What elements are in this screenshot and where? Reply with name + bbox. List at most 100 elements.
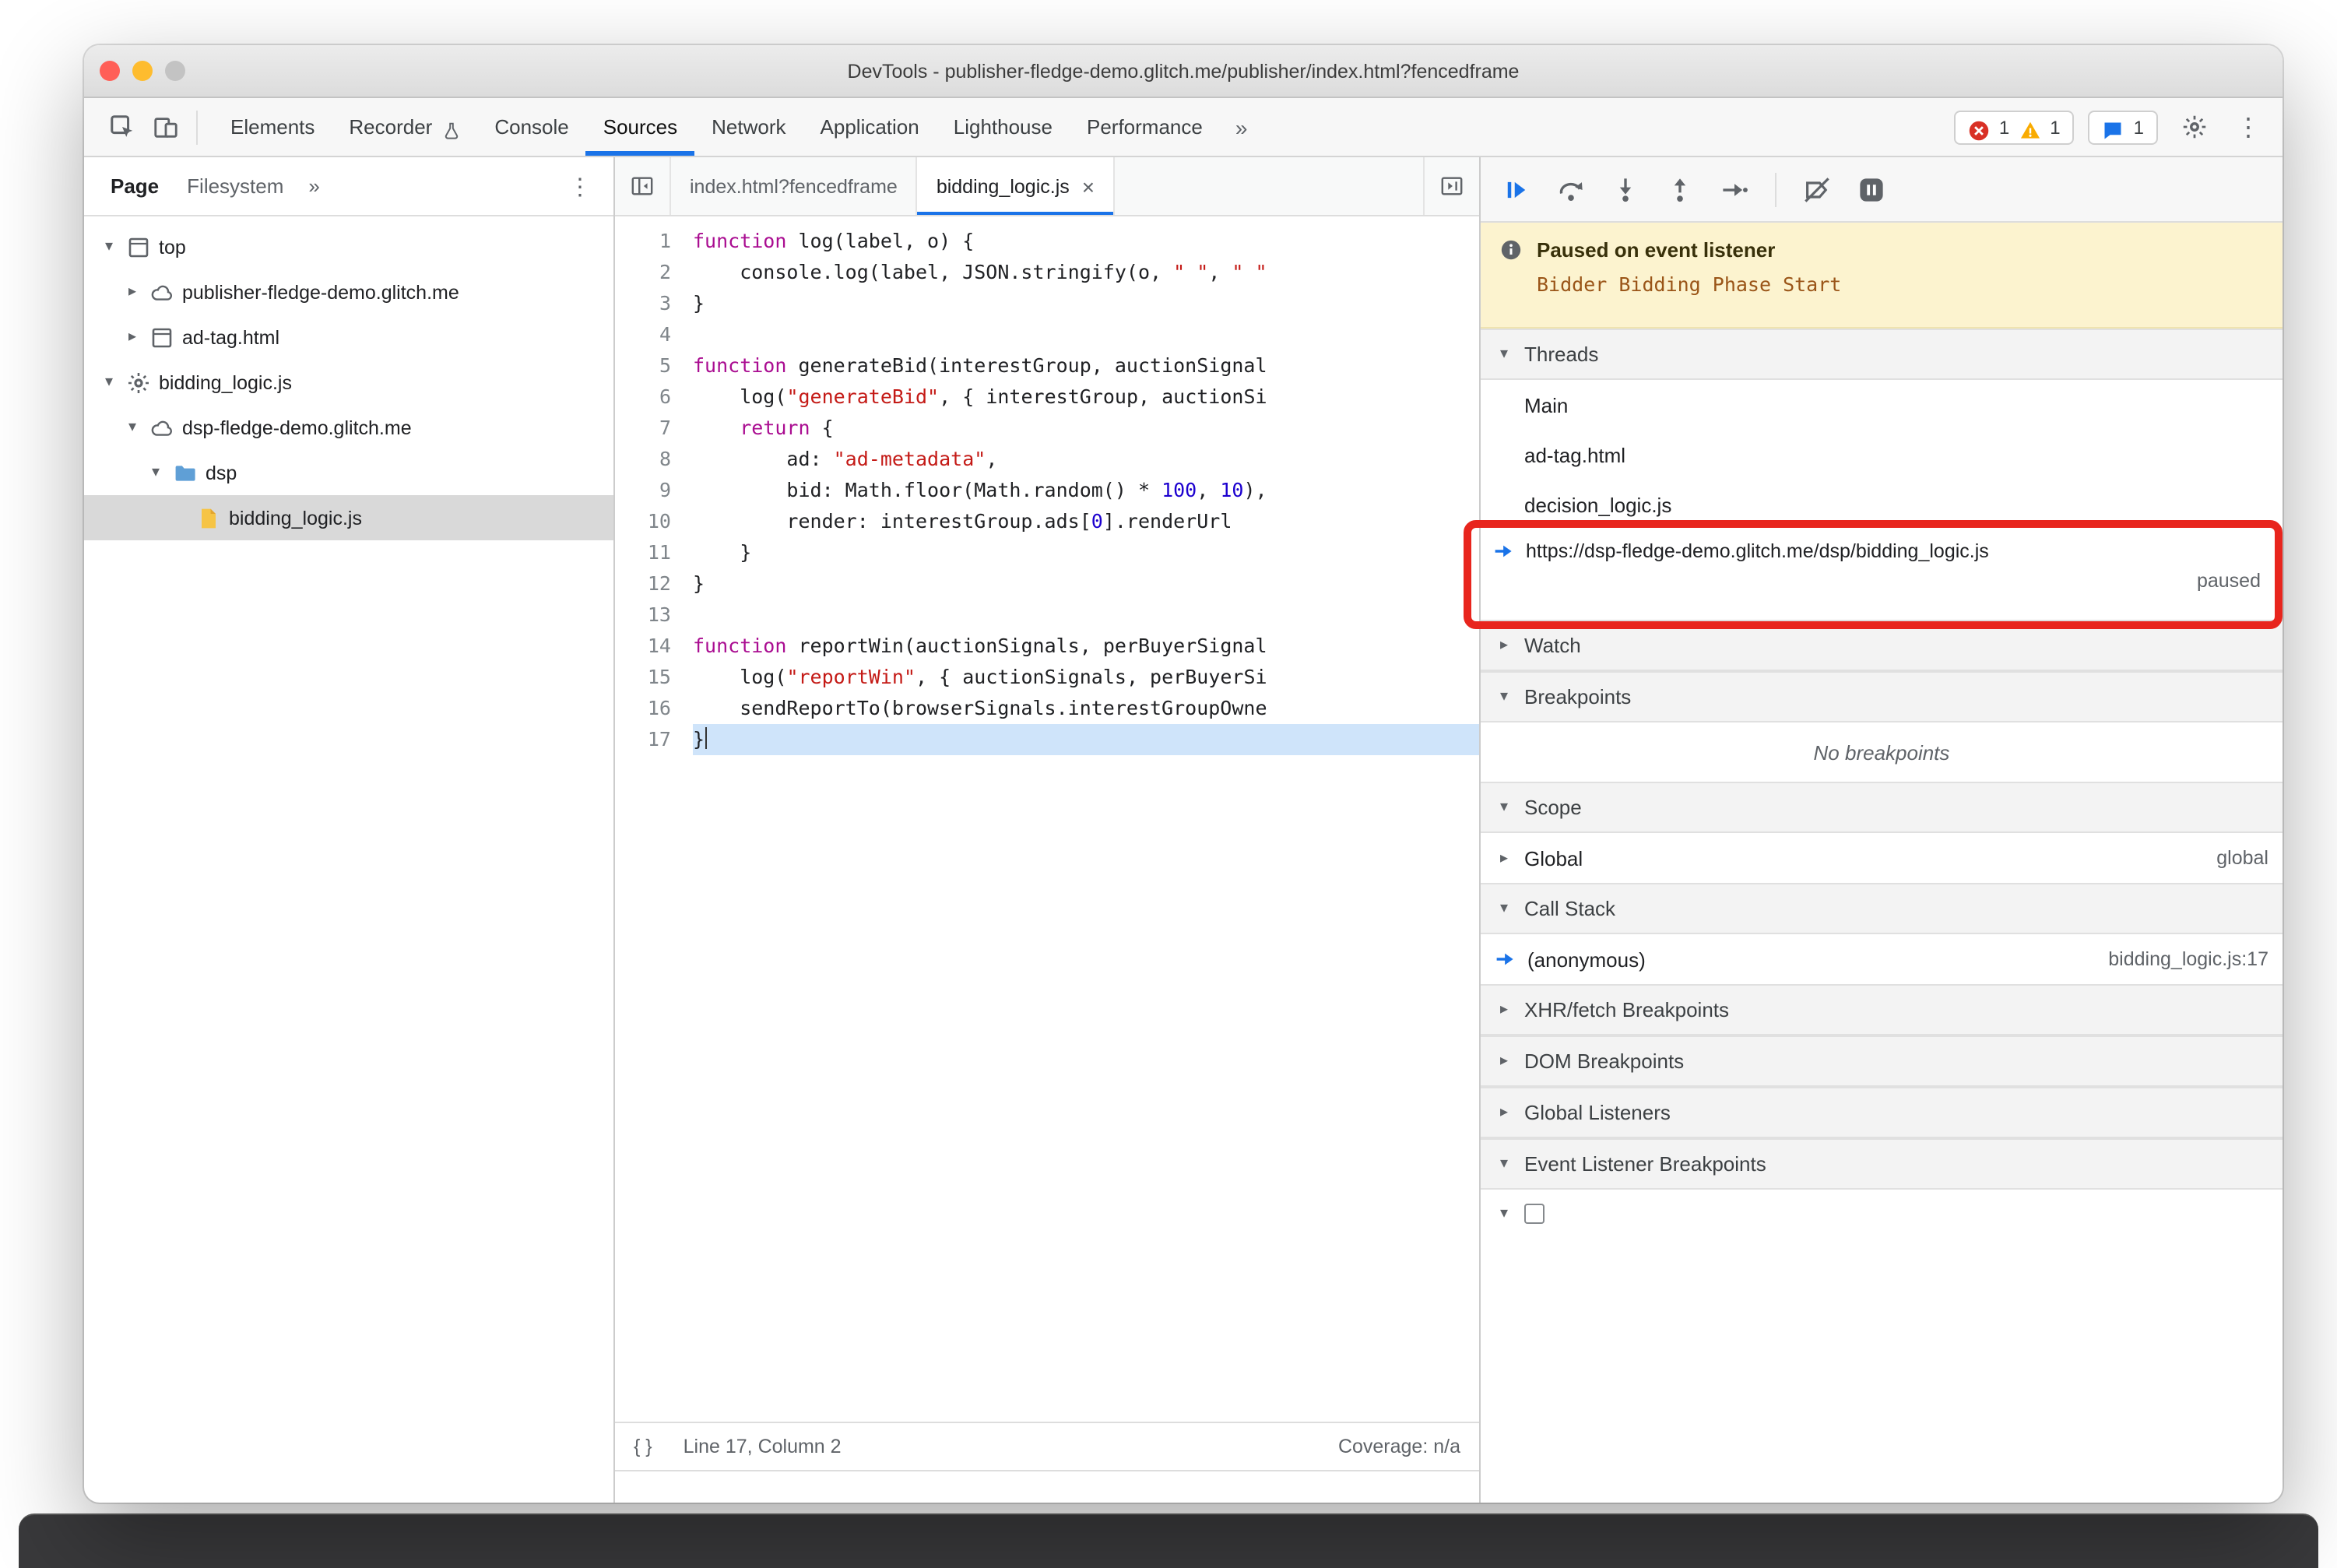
more-panels-chevron[interactable]: » [1220, 114, 1263, 139]
debugger-toolbar [1481, 157, 2283, 223]
tab-performance[interactable]: Performance [1070, 98, 1220, 156]
section-event-listener-breakpoints-header[interactable]: ▾ Event Listener Breakpoints [1481, 1138, 2283, 1190]
line-number[interactable]: 10 [615, 506, 693, 537]
section-breakpoints-header[interactable]: ▾ Breakpoints [1481, 671, 2283, 722]
tree-item-dsp-fledge-demo-glitch-me[interactable]: ▾ dsp-fledge-demo.glitch.me [84, 405, 613, 450]
desktop: DevTools - publisher-fledge-demo.glitch.… [0, 0, 2337, 1568]
thread-item-main[interactable]: Main [1481, 380, 2283, 430]
section-watch-header[interactable]: ▸ Watch [1481, 620, 2283, 671]
code-line-12: 12} [615, 568, 1479, 599]
more-editor-tabs-icon[interactable] [1423, 157, 1479, 215]
tab-lighthouse[interactable]: Lighthouse [937, 98, 1070, 156]
section-scope-header[interactable]: ▾ Scope [1481, 782, 2283, 833]
tab-console[interactable]: Console [477, 98, 585, 156]
section-dom-breakpoints-header[interactable]: ▸ DOM Breakpoints [1481, 1035, 2283, 1087]
line-number[interactable]: 6 [615, 381, 693, 413]
more-navigator-tabs-chevron[interactable]: » [297, 174, 330, 198]
chevron-down-icon[interactable]: ▾ [146, 464, 165, 481]
resume-button[interactable] [1502, 175, 1530, 203]
tab-page[interactable]: Page [97, 157, 173, 215]
tree-item-ad-tag-html[interactable]: ▸ ad-tag.html [84, 315, 613, 360]
line-number[interactable]: 3 [615, 288, 693, 319]
section-threads-header[interactable]: ▾ Threads [1481, 329, 2283, 380]
navigator-menu-icon[interactable]: ⋮ [559, 172, 601, 200]
code-text: function log(label, o) { [693, 229, 975, 252]
editor-tab-index-html[interactable]: index.html?fencedframe [671, 157, 918, 215]
chevron-down-icon[interactable]: ▾ [123, 419, 142, 436]
line-number[interactable]: 15 [615, 662, 693, 693]
line-number[interactable]: 14 [615, 631, 693, 662]
tab-elements[interactable]: Elements [213, 98, 332, 156]
chevron-right-icon: ▸ [1499, 1053, 1509, 1070]
issues-pill[interactable]: 1 [2088, 110, 2158, 144]
step-over-button[interactable] [1557, 175, 1585, 203]
scope-global-row[interactable]: ▸ Global global [1481, 833, 2283, 883]
line-number[interactable]: 13 [615, 599, 693, 631]
chevron-right-icon[interactable]: ▸ [123, 283, 142, 301]
line-number[interactable]: 16 [615, 693, 693, 724]
line-number[interactable]: 9 [615, 475, 693, 506]
line-number[interactable]: 12 [615, 568, 693, 599]
info-icon [1499, 238, 1523, 262]
chevron-right-icon[interactable]: ▸ [123, 329, 142, 346]
toggle-navigator-icon[interactable] [615, 157, 671, 215]
tree-item-publisher-fledge-demo-glitch-me[interactable]: ▸ publisher-fledge-demo.glitch.me [84, 269, 613, 315]
step-out-button[interactable] [1666, 175, 1694, 203]
editor-tab-bidding-logic[interactable]: bidding_logic.js × [917, 157, 1116, 215]
chevron-down-icon[interactable]: ▾ [1495, 1205, 1513, 1222]
code-text: } [693, 571, 705, 595]
tree-item-bidding-logic-js[interactable]: bidding_logic.js [84, 495, 613, 540]
tree-item-bidding-logic-js[interactable]: ▾ bidding_logic.js [84, 360, 613, 405]
settings-gear-icon[interactable] [2172, 105, 2216, 149]
line-number[interactable]: 2 [615, 257, 693, 288]
section-xhr-breakpoints-header[interactable]: ▸ XHR/fetch Breakpoints [1481, 984, 2283, 1035]
tab-network[interactable]: Network [694, 98, 803, 156]
section-title: Breakpoints [1524, 685, 1632, 708]
pretty-print-icon[interactable]: { } [634, 1436, 652, 1457]
step-into-button[interactable] [1611, 175, 1639, 203]
device-toolbar-icon[interactable] [143, 105, 187, 149]
line-number[interactable]: 7 [615, 413, 693, 444]
chevron-down-icon[interactable]: ▾ [100, 374, 118, 391]
section-call-stack-header[interactable]: ▾ Call Stack [1481, 883, 2283, 934]
line-number[interactable]: 5 [615, 350, 693, 381]
deactivate-breakpoints-button[interactable] [1803, 175, 1831, 203]
thread-item-decision-logic-js[interactable]: decision_logic.js [1481, 480, 2283, 529]
line-number[interactable]: 17 [615, 724, 693, 755]
toolbar-separator [196, 110, 198, 144]
close-tab-icon[interactable]: × [1082, 174, 1095, 199]
elb-group-ad-auction-worklet[interactable]: ▾ [1481, 1190, 2283, 1238]
thread-item-https-dsp-fledge-demo-glitch-me-dsp-bidding-logic-js[interactable]: https://dsp-fledge-demo.glitch.me/dsp/bi… [1481, 529, 2283, 620]
step-button[interactable] [1720, 175, 1748, 203]
pause-on-exceptions-button[interactable] [1857, 175, 1885, 203]
panel-tabs: Elements Recorder Console Sources Network App… [213, 98, 1220, 156]
close-window-button[interactable] [100, 61, 120, 81]
chevron-down-icon[interactable]: ▾ [100, 238, 118, 255]
tree-item-top[interactable]: ▾ top [84, 224, 613, 269]
tab-recorder[interactable]: Recorder [332, 98, 477, 156]
execution-arrow-icon [1495, 948, 1516, 970]
code-line-14: 14 function reportWin(auctionSignals, per… [615, 631, 1479, 662]
zoom-window-button[interactable] [165, 61, 185, 81]
minimize-window-button[interactable] [132, 61, 153, 81]
line-number[interactable]: 11 [615, 537, 693, 568]
chevron-right-icon: ▸ [1499, 637, 1509, 654]
tab-application[interactable]: Application [803, 98, 937, 156]
inspect-element-icon[interactable] [100, 105, 143, 149]
line-number[interactable]: 4 [615, 319, 693, 350]
line-number[interactable]: 8 [615, 444, 693, 475]
call-stack-frame-row[interactable]: (anonymous) bidding_logic.js:17 [1481, 934, 2283, 984]
code-line-3: 3} [615, 288, 1479, 319]
console-status-pill[interactable]: 1 1 [1953, 110, 2075, 144]
section-global-listeners-header[interactable]: ▸ Global Listeners [1481, 1087, 2283, 1138]
tab-filesystem[interactable]: Filesystem [173, 157, 297, 215]
code-area[interactable]: 1 function log(label, o) {2 console.log(l… [615, 216, 1479, 1422]
tree-item-label: dsp [206, 462, 237, 483]
tree-item-dsp[interactable]: ▾ dsp [84, 450, 613, 495]
tab-sources[interactable]: Sources [586, 98, 694, 156]
line-number[interactable]: 1 [615, 226, 693, 257]
devtools-menu-icon[interactable]: ⋮ [2230, 111, 2267, 142]
thread-item-ad-tag-html[interactable]: ad-tag.html [1481, 430, 2283, 480]
checkbox-ad-auction-worklet[interactable] [1524, 1204, 1545, 1224]
